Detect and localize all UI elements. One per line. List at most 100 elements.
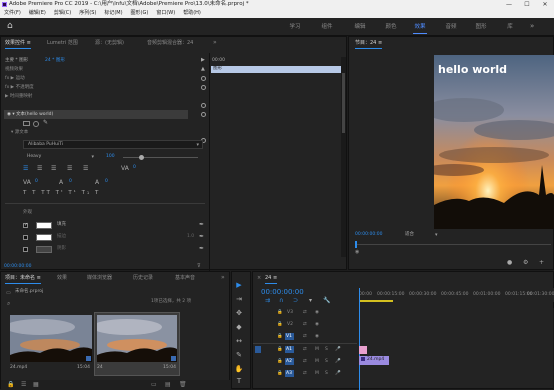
workspace-effects[interactable]: 效果: [411, 18, 429, 36]
eye-icon[interactable]: ◉: [315, 310, 319, 315]
menu-help[interactable]: 帮助(H): [183, 9, 201, 18]
fill-checkbox[interactable]: [23, 222, 28, 228]
workspace-graphics[interactable]: 图形: [472, 18, 490, 36]
program-timecode[interactable]: 00:00:00:00: [355, 231, 382, 239]
tab-effects[interactable]: 效果: [57, 272, 67, 284]
timeline-timecode[interactable]: 00:00:00:00: [261, 287, 304, 297]
reset-icon[interactable]: [201, 103, 206, 108]
tracking-value[interactable]: 0: [133, 164, 136, 172]
shadow-checkbox[interactable]: [23, 247, 28, 252]
linked-selection-icon[interactable]: ⊃: [293, 297, 298, 304]
more-workspaces-icon[interactable]: »: [530, 22, 534, 30]
eyedropper-icon[interactable]: ✒: [199, 245, 204, 252]
workspace-editing[interactable]: 编辑: [351, 18, 369, 36]
baseline-value[interactable]: 0: [105, 178, 108, 186]
panel-splitter[interactable]: [209, 53, 210, 271]
menu-window[interactable]: 窗口(W): [156, 9, 175, 18]
icon-view-icon[interactable]: ▦: [33, 381, 39, 388]
solo-button[interactable]: S: [325, 371, 328, 376]
justify-icon[interactable]: ☰: [67, 165, 72, 172]
track-select-tool-icon[interactable]: ⇥: [234, 294, 244, 304]
timeline-settings-icon[interactable]: 🔧: [323, 297, 330, 304]
add-marker-icon[interactable]: ▾: [309, 297, 312, 304]
master-clip-label[interactable]: 主要 * 图形: [5, 57, 28, 65]
workspace-libraries[interactable]: 库: [503, 18, 517, 36]
button-editor-icon[interactable]: +: [539, 259, 544, 266]
stroke-color-swatch[interactable]: [36, 234, 52, 241]
close-button[interactable]: ✕: [536, 0, 554, 9]
a1-source-patch[interactable]: [255, 346, 261, 353]
eyedropper-icon[interactable]: ✒: [199, 221, 204, 228]
reset-icon[interactable]: [201, 85, 206, 90]
effect-row-text-layer[interactable]: ◉ ▾ 文本(hello world): [7, 111, 53, 119]
lock-icon[interactable]: 🔒: [277, 359, 283, 364]
kerning-value[interactable]: 0: [35, 178, 38, 186]
source-text-row[interactable]: ▾ 源文本: [11, 129, 28, 137]
reset-icon[interactable]: [201, 112, 206, 117]
effect-row-motion[interactable]: fx ▶ 运动: [5, 75, 25, 83]
align-right-icon[interactable]: ☰: [51, 165, 56, 172]
track-label-v1[interactable]: V1: [286, 334, 292, 339]
eye-icon[interactable]: ◉: [315, 334, 319, 339]
search-icon[interactable]: ⌕: [7, 300, 10, 308]
panel-overflow-icon[interactable]: »: [221, 274, 225, 281]
nest-icon[interactable]: ⇉: [265, 297, 270, 304]
tab-audio-clip-mixer[interactable]: 音频剪辑混合器：24: [147, 37, 193, 49]
leading-value[interactable]: 0: [69, 178, 72, 186]
faux-style-buttons[interactable]: T T TT Tᵗ T¹ T₁ T: [23, 190, 100, 196]
sync-lock-icon[interactable]: ⇄: [303, 334, 307, 339]
stroke-checkbox[interactable]: [23, 235, 28, 240]
tab-lumetri-scopes[interactable]: Lumetri 范围: [47, 37, 78, 49]
tab-effect-controls[interactable]: 效果控件 ≡: [5, 37, 31, 49]
slip-tool-icon[interactable]: ↔: [234, 336, 244, 346]
new-bin-icon[interactable]: ▭: [151, 381, 157, 388]
track-label-a1[interactable]: A1: [286, 347, 292, 352]
lock-icon[interactable]: 🔒: [277, 322, 283, 327]
home-icon[interactable]: ⌂: [7, 21, 13, 31]
align-center-icon[interactable]: ☰: [37, 165, 42, 172]
program-scrub-bar[interactable]: [355, 244, 551, 245]
track-label-a2[interactable]: A2: [286, 359, 292, 364]
microphone-icon[interactable]: 🎤: [335, 347, 341, 352]
tab-history[interactable]: 历史记录: [133, 272, 153, 284]
font-size-slider-handle[interactable]: [139, 155, 144, 160]
align-left-icon[interactable]: ☰: [23, 165, 28, 172]
menu-sequence[interactable]: 序列(S): [79, 9, 96, 18]
razor-tool-icon[interactable]: ◆: [234, 322, 244, 332]
tab-essential-sound[interactable]: 基本声音: [175, 272, 195, 284]
hand-tool-icon[interactable]: ✋: [234, 364, 244, 374]
work-area-bar[interactable]: [359, 300, 393, 302]
track-label-a3[interactable]: A3: [286, 371, 292, 376]
type-tool-icon[interactable]: T: [234, 376, 244, 386]
snap-icon[interactable]: ∩: [279, 297, 283, 304]
sync-lock-icon[interactable]: ⇄: [303, 347, 307, 352]
program-playhead[interactable]: [355, 241, 357, 248]
tab-program[interactable]: 节目：24 ≡: [355, 37, 383, 49]
mute-button[interactable]: M: [315, 347, 319, 352]
mute-button[interactable]: M: [315, 371, 319, 376]
video-clip-v1[interactable]: 24.mp4: [359, 356, 389, 365]
minimize-button[interactable]: —: [500, 0, 518, 9]
stroke-width-value[interactable]: 1.0: [187, 233, 194, 241]
scrollbar-thumb[interactable]: [342, 73, 345, 133]
add-marker-icon[interactable]: ●: [507, 259, 512, 266]
lock-icon[interactable]: 🔒: [277, 310, 283, 315]
sync-lock-icon[interactable]: ⇄: [303, 371, 307, 376]
font-size-slider[interactable]: [123, 157, 198, 158]
project-item-thumbnail[interactable]: [10, 315, 92, 362]
sequence-clip-label[interactable]: 24 * 图形: [45, 57, 65, 65]
font-size-value[interactable]: 100: [106, 153, 115, 161]
pen-tool-icon[interactable]: ✎: [234, 350, 244, 360]
panel-overflow-icon[interactable]: »: [213, 39, 217, 46]
timeline-playhead[interactable]: [359, 288, 360, 390]
microphone-icon[interactable]: 🎤: [335, 359, 341, 364]
track-label-v2[interactable]: V2: [287, 322, 293, 327]
microphone-icon[interactable]: 🎤: [335, 371, 341, 376]
new-item-icon[interactable]: ▤: [165, 381, 171, 388]
eyedropper-icon[interactable]: ✒: [199, 233, 204, 240]
sync-lock-icon[interactable]: ⇄: [303, 310, 307, 315]
collapse-icon[interactable]: ▲: [201, 66, 205, 72]
effect-row-opacity[interactable]: fx ▶ 不透明度: [5, 84, 34, 92]
program-video-frame[interactable]: hello world: [434, 55, 554, 229]
tab-media-browser[interactable]: 媒体浏览器: [87, 272, 112, 284]
